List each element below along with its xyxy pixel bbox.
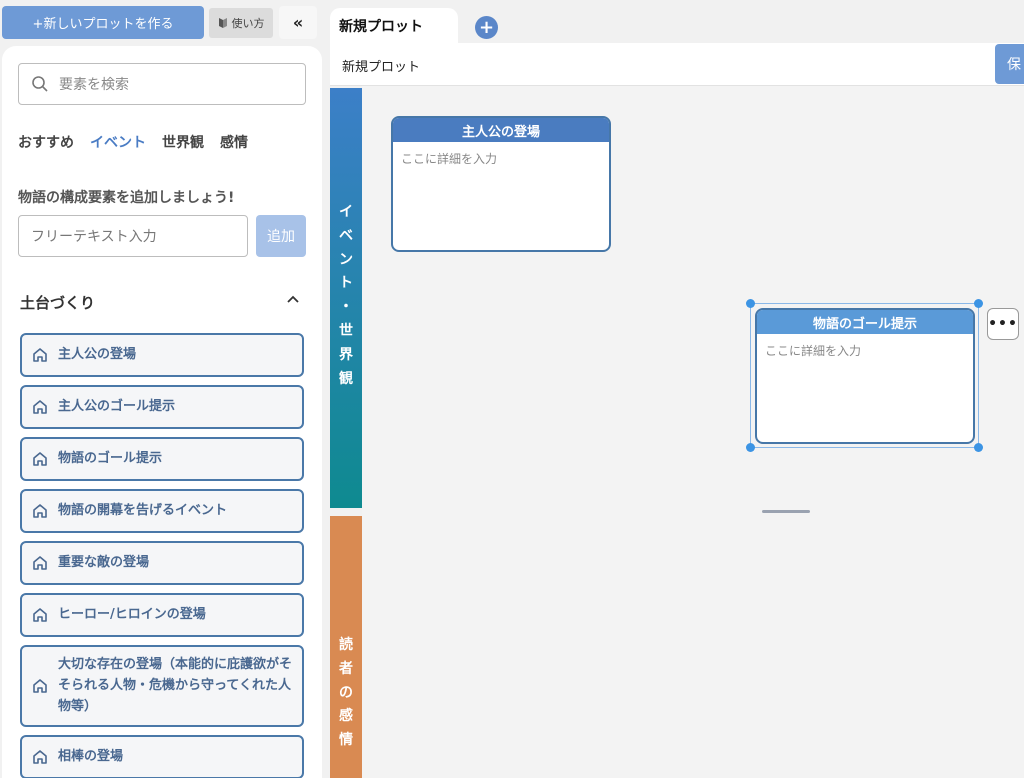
- lane-reader-emotion: 読 者 の 感 情: [330, 516, 362, 778]
- tab-world[interactable]: 世界観: [162, 132, 204, 152]
- list-item[interactable]: 大切な存在の登場（本能的に庇護欲がそそられる人物・危機から守ってくれた人物等）: [20, 645, 304, 728]
- tab-new-plot[interactable]: 新規プロット: [330, 8, 458, 44]
- new-plot-button[interactable]: +新しいプロットを作る: [2, 6, 204, 39]
- lane-char: ト: [339, 275, 353, 292]
- tab-event[interactable]: イベント: [90, 132, 146, 152]
- list-item-label: 重要な敵の登場: [58, 554, 150, 570]
- more-options-icon[interactable]: •••: [987, 308, 1019, 340]
- tab-recommended[interactable]: おすすめ: [18, 132, 74, 152]
- lane-char: ン: [339, 251, 353, 268]
- list-item[interactable]: 相棒の登場: [20, 735, 304, 778]
- plot-card-selected[interactable]: 物語のゴール提示 ここに詳細を入力: [755, 308, 975, 444]
- element-list: 主人公の登場 主人公のゴール提示 物語のゴール提示 物語の開幕を告げるイベント …: [20, 333, 304, 778]
- home-icon: [33, 504, 47, 518]
- card-title: 主人公の登場: [393, 118, 609, 142]
- list-item-label: 相棒の登場: [58, 748, 124, 764]
- home-icon: [33, 400, 47, 414]
- home-icon: [33, 452, 47, 466]
- save-button[interactable]: 保: [995, 44, 1024, 84]
- list-item[interactable]: 主人公のゴール提示: [20, 385, 304, 429]
- tab-emotion[interactable]: 感情: [220, 132, 248, 152]
- lane-char: ・: [339, 299, 353, 316]
- list-item-label: 物語のゴール提示: [58, 450, 163, 466]
- chevron-up-icon[interactable]: [286, 292, 300, 308]
- lane-char: 観: [339, 370, 353, 387]
- card-title: 物語のゴール提示: [757, 310, 973, 334]
- add-tab-icon[interactable]: +: [475, 16, 498, 39]
- list-item[interactable]: 主人公の登場: [20, 333, 304, 377]
- search-placeholder: 要素を検索: [59, 77, 129, 93]
- list-item[interactable]: ヒーロー/ヒロインの登場: [20, 593, 304, 637]
- search-icon: [32, 76, 48, 92]
- home-icon: [33, 679, 47, 693]
- list-item-label: 主人公のゴール提示: [58, 398, 176, 414]
- plot-card[interactable]: 主人公の登場 ここに詳細を入力: [391, 116, 611, 252]
- list-item-label: 物語の開幕を告げるイベント: [58, 502, 228, 518]
- list-item[interactable]: 物語の開幕を告げるイベント: [20, 489, 304, 533]
- list-item-label: 大切な存在の登場（本能的に庇護欲がそそられる人物・危機から守ってくれた人物等）: [58, 657, 293, 714]
- card-detail-input[interactable]: ここに詳細を入力: [393, 142, 609, 175]
- lane-char: の: [339, 684, 353, 701]
- collapse-sidebar-button[interactable]: «: [279, 6, 317, 39]
- lane-char: 感: [339, 708, 353, 725]
- add-button[interactable]: 追加: [256, 215, 306, 257]
- list-item-label: 主人公の登場: [58, 346, 137, 362]
- resize-handle[interactable]: [974, 299, 983, 308]
- free-text-input[interactable]: フリーテキスト入力: [18, 215, 248, 257]
- lane-char: 界: [339, 346, 353, 363]
- resize-handle[interactable]: [746, 299, 755, 308]
- lane-char: 世: [339, 322, 353, 339]
- home-icon: [33, 556, 47, 570]
- usage-label: 使い方: [231, 17, 265, 30]
- resize-handle[interactable]: [746, 443, 755, 452]
- lane-char: 者: [339, 660, 353, 677]
- lane-char: 情: [339, 732, 353, 749]
- home-icon: [33, 348, 47, 362]
- card-detail-input[interactable]: ここに詳細を入力: [757, 334, 973, 367]
- add-heading: 物語の構成要素を追加しましょう!: [18, 190, 235, 206]
- usage-button[interactable]: 使い方: [209, 8, 273, 38]
- beginner-mark-icon: [218, 18, 227, 28]
- plot-tab-strip: 新規プロット +: [330, 8, 1024, 44]
- lane-char: イ: [339, 204, 353, 220]
- plot-title-bar: 新規プロット 保: [330, 43, 1024, 86]
- lane-char: ベ: [339, 227, 353, 244]
- lane-resize-handle[interactable]: [762, 510, 810, 513]
- plot-title[interactable]: 新規プロット: [342, 56, 420, 75]
- list-item[interactable]: 物語のゴール提示: [20, 437, 304, 481]
- resize-handle[interactable]: [974, 443, 983, 452]
- lane-event-world: イ ベ ン ト ・ 世 界 観: [330, 88, 362, 508]
- lane-char: 読: [339, 637, 353, 653]
- list-item-label: ヒーロー/ヒロインの登場: [58, 606, 206, 622]
- group-title[interactable]: 土台づくり: [20, 292, 95, 313]
- category-tabs: おすすめ イベント 世界観 感情: [18, 132, 248, 152]
- plot-canvas[interactable]: 主人公の登場 ここに詳細を入力 物語のゴール提示 ここに詳細を入力 •••: [362, 86, 1024, 778]
- search-input[interactable]: 要素を検索: [18, 63, 306, 105]
- list-item[interactable]: 重要な敵の登場: [20, 541, 304, 585]
- home-icon: [33, 750, 47, 765]
- app-root: +新しいプロットを作る 使い方 « 要素を検索 おすすめ イベント 世界観 感情…: [0, 0, 1024, 778]
- element-panel: 要素を検索 おすすめ イベント 世界観 感情 物語の構成要素を追加しましょう! …: [2, 46, 322, 778]
- home-icon: [33, 608, 47, 622]
